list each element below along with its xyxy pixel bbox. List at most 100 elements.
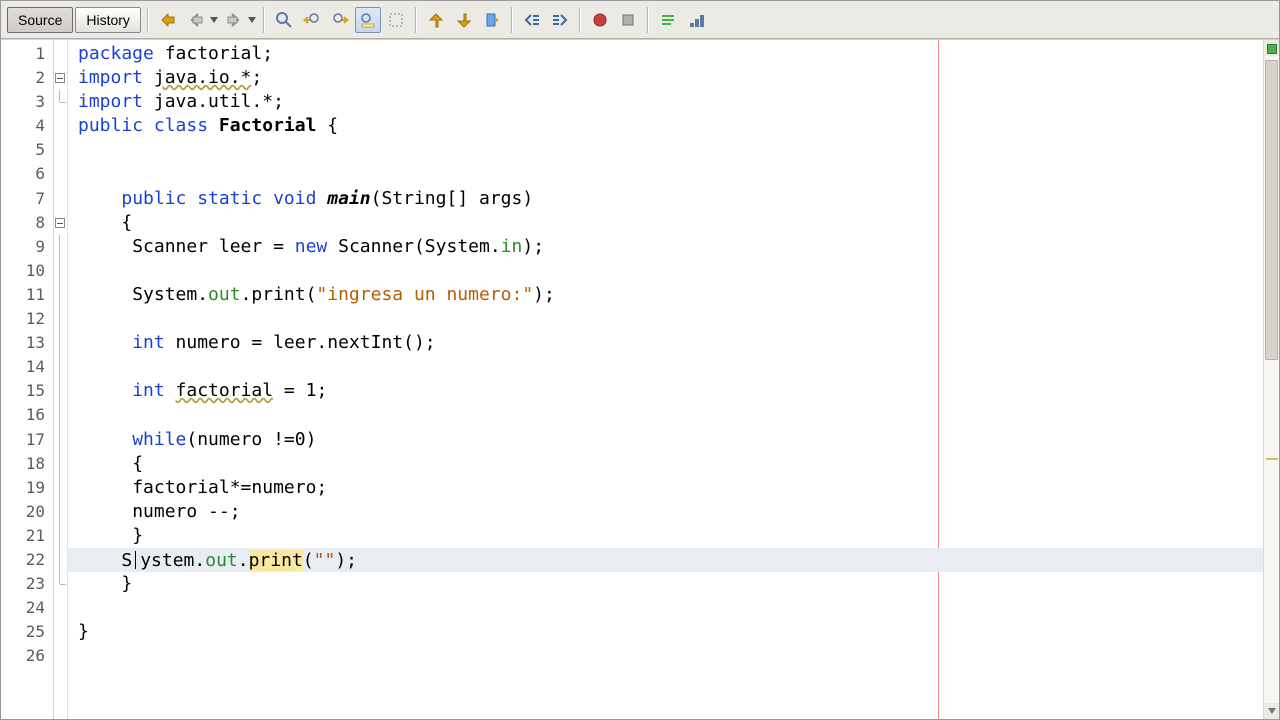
find-selection-icon[interactable]: [271, 7, 297, 33]
fold-cell: [54, 524, 67, 548]
fold-cell: [54, 331, 67, 355]
toggle-rectangular-selection-icon[interactable]: [383, 7, 409, 33]
scrollbar-thumb[interactable]: [1265, 60, 1278, 360]
code-line[interactable]: import java.io.*;: [68, 66, 1263, 90]
error-stripe[interactable]: [1263, 40, 1279, 719]
line-number: 12: [1, 307, 53, 331]
fold-cell: [54, 500, 67, 524]
code-line[interactable]: [68, 644, 1263, 668]
fold-cell: [54, 452, 67, 476]
code-line[interactable]: package factorial;: [68, 42, 1263, 66]
code-line[interactable]: {: [68, 452, 1263, 476]
line-number: 11: [1, 283, 53, 307]
fold-cell: [54, 355, 67, 379]
shift-left-icon[interactable]: [519, 7, 545, 33]
separator: [579, 7, 581, 33]
find-next-icon[interactable]: [327, 7, 353, 33]
source-tab[interactable]: Source: [7, 7, 73, 33]
back-dropdown[interactable]: [209, 7, 219, 33]
code-line[interactable]: [68, 259, 1263, 283]
fold-cell: [54, 548, 67, 572]
separator: [511, 7, 513, 33]
forward-icon[interactable]: [221, 7, 247, 33]
code-line[interactable]: [68, 162, 1263, 186]
toggle-highlight-icon[interactable]: [355, 7, 381, 33]
fold-cell[interactable]: [54, 66, 67, 90]
separator: [147, 7, 149, 33]
line-number-gutter: 1234567891011121314151617181920212223242…: [1, 40, 54, 719]
code-line[interactable]: Scanner leer = new Scanner(System.in);: [68, 235, 1263, 259]
code-line[interactable]: [68, 307, 1263, 331]
find-previous-icon[interactable]: [299, 7, 325, 33]
editor-window: Source History: [0, 0, 1280, 720]
code-line[interactable]: factorial*=numero;: [68, 476, 1263, 500]
code-line[interactable]: int factorial = 1;: [68, 379, 1263, 403]
fold-cell: [54, 162, 67, 186]
fold-cell: [54, 476, 67, 500]
line-number: 8: [1, 211, 53, 235]
uncomment-icon[interactable]: [683, 7, 709, 33]
code-line[interactable]: }: [68, 572, 1263, 596]
code-line[interactable]: numero --;: [68, 500, 1263, 524]
line-number: 9: [1, 235, 53, 259]
warning-marker[interactable]: [1266, 458, 1278, 460]
fold-cell: [54, 235, 67, 259]
fold-cell: [54, 114, 67, 138]
editor-toolbar: Source History: [1, 1, 1279, 39]
code-line[interactable]: {: [68, 211, 1263, 235]
code-line[interactable]: [68, 596, 1263, 620]
code-line[interactable]: [68, 403, 1263, 427]
code-line[interactable]: }: [68, 524, 1263, 548]
comment-icon[interactable]: [655, 7, 681, 33]
code-line[interactable]: public class Factorial {: [68, 114, 1263, 138]
stop-macro-recording-icon[interactable]: [615, 7, 641, 33]
line-number: 3: [1, 90, 53, 114]
fold-column[interactable]: [54, 40, 68, 719]
scroll-down-arrow[interactable]: [1264, 703, 1279, 719]
fold-cell: [54, 42, 67, 66]
history-tab[interactable]: History: [75, 7, 141, 33]
line-number: 22: [1, 548, 53, 572]
line-number: 2: [1, 66, 53, 90]
code-line[interactable]: }: [68, 620, 1263, 644]
shift-right-icon[interactable]: [547, 7, 573, 33]
back-icon[interactable]: [183, 7, 209, 33]
fold-collapse-icon[interactable]: [55, 218, 65, 228]
line-number: 13: [1, 331, 53, 355]
fold-cell: [54, 428, 67, 452]
fold-cell: [54, 90, 67, 114]
fold-cell: [54, 572, 67, 596]
line-number: 14: [1, 355, 53, 379]
fold-cell: [54, 403, 67, 427]
code-editor[interactable]: 1234567891011121314151617181920212223242…: [1, 39, 1279, 719]
code-line[interactable]: [68, 138, 1263, 162]
start-macro-recording-icon[interactable]: [587, 7, 613, 33]
forward-dropdown[interactable]: [247, 7, 257, 33]
fold-cell: [54, 620, 67, 644]
fold-cell: [54, 283, 67, 307]
last-edit-icon[interactable]: [155, 7, 181, 33]
next-bookmark-icon[interactable]: [451, 7, 477, 33]
separator: [263, 7, 265, 33]
fold-cell: [54, 259, 67, 283]
fold-cell: [54, 187, 67, 211]
fold-cell[interactable]: [54, 211, 67, 235]
code-line[interactable]: System.out.print("ingresa un numero:");: [68, 283, 1263, 307]
line-number: 20: [1, 500, 53, 524]
line-number: 4: [1, 114, 53, 138]
code-area[interactable]: package factorial;import java.io.*;impor…: [68, 40, 1263, 719]
line-number: 24: [1, 596, 53, 620]
code-line[interactable]: public static void main(String[] args): [68, 187, 1263, 211]
line-number: 6: [1, 162, 53, 186]
fold-collapse-icon[interactable]: [55, 73, 65, 83]
line-number: 10: [1, 259, 53, 283]
code-line[interactable]: int numero = leer.nextInt();: [68, 331, 1263, 355]
status-ok-marker: [1267, 44, 1277, 54]
code-line[interactable]: [68, 355, 1263, 379]
code-line[interactable]: import java.util.*;: [68, 90, 1263, 114]
code-line[interactable]: System.out.print("");: [68, 548, 1263, 572]
code-line[interactable]: while(numero !=0): [68, 428, 1263, 452]
toggle-bookmark-icon[interactable]: [479, 7, 505, 33]
line-number: 5: [1, 138, 53, 162]
previous-bookmark-icon[interactable]: [423, 7, 449, 33]
